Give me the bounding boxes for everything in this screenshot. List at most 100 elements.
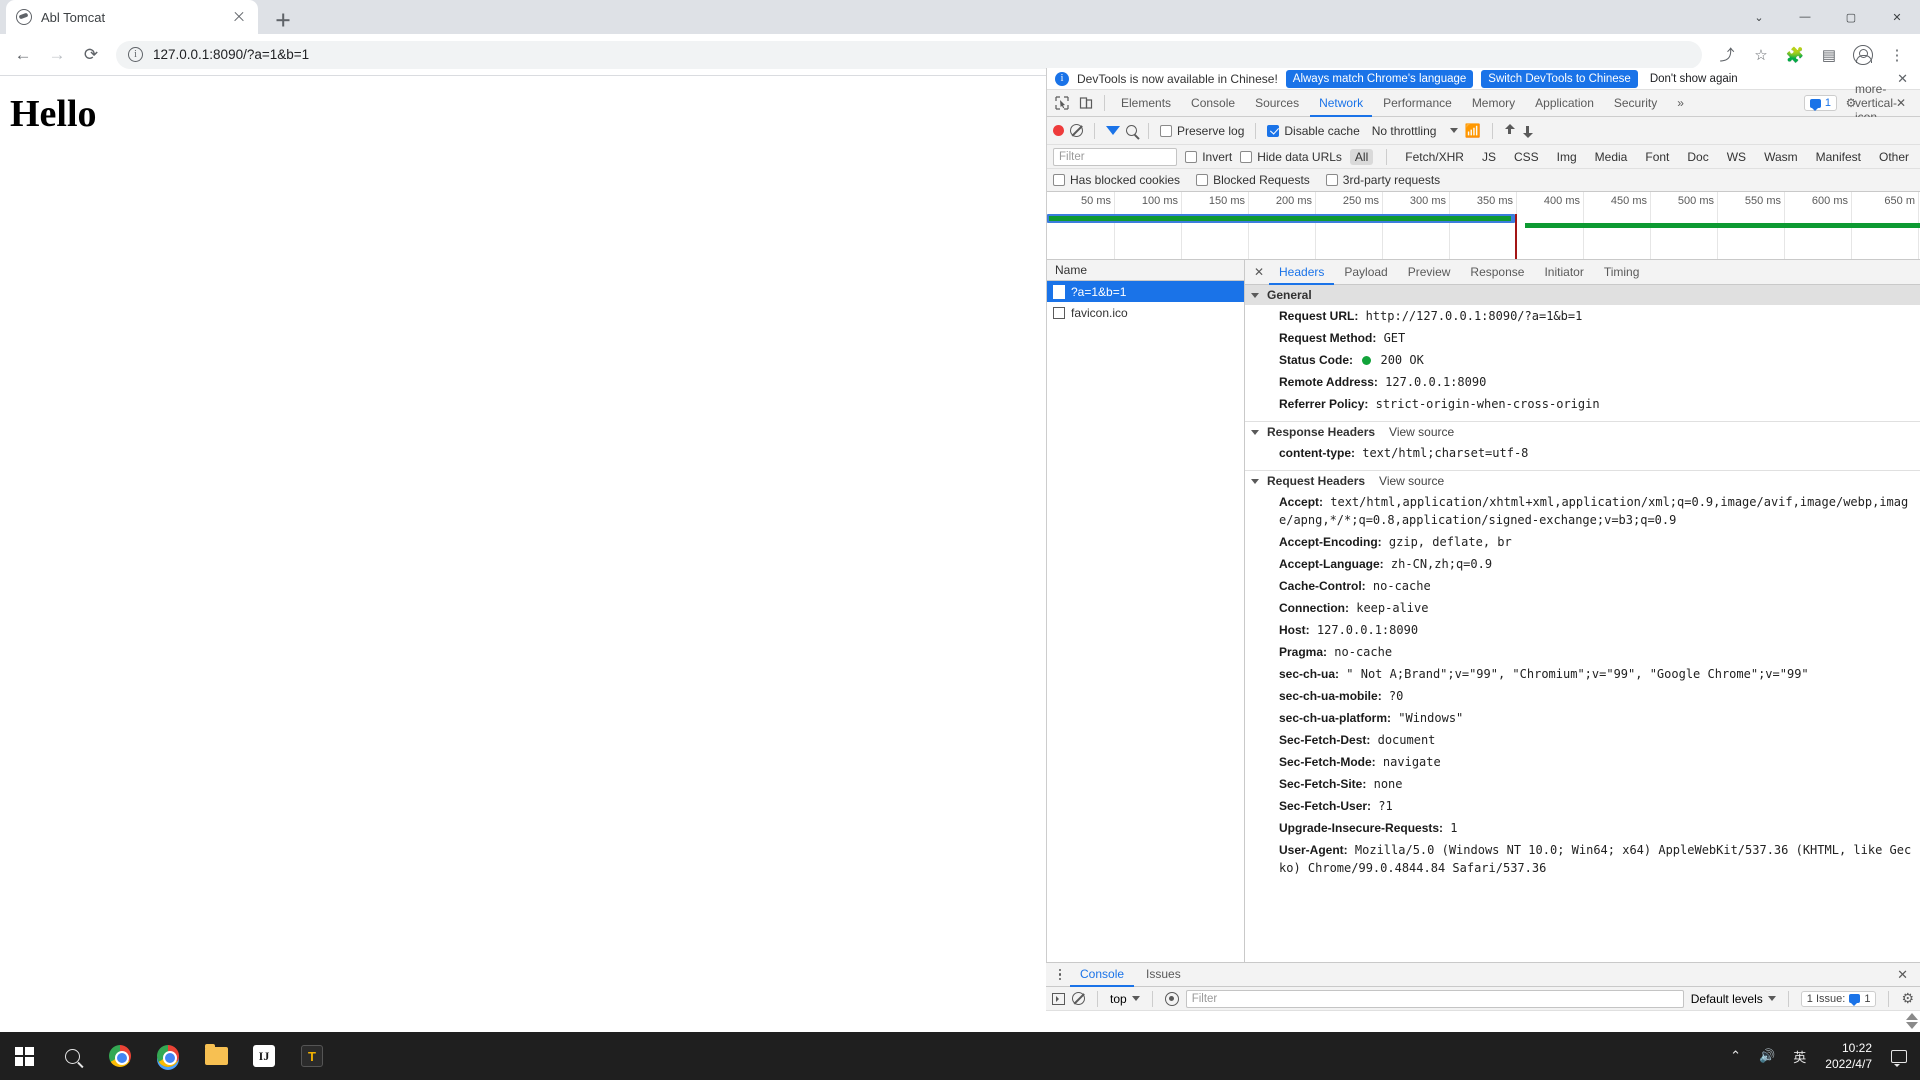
tab-performance[interactable]: Performance bbox=[1374, 90, 1461, 117]
gear-icon[interactable]: ⚙ bbox=[1901, 990, 1914, 1007]
import-icon[interactable] bbox=[1504, 124, 1516, 137]
detail-tab-timing[interactable]: Timing bbox=[1594, 260, 1650, 285]
new-tab-button[interactable] bbox=[266, 6, 300, 34]
search-icon[interactable] bbox=[1126, 125, 1137, 136]
section-header-general[interactable]: General bbox=[1245, 285, 1920, 305]
devtools-close-icon[interactable]: ✕ bbox=[1890, 92, 1912, 114]
more-tabs-button[interactable]: » bbox=[1668, 90, 1693, 117]
type-filter-media[interactable]: Media bbox=[1590, 149, 1633, 165]
preserve-log-checkbox[interactable]: Preserve log bbox=[1160, 124, 1244, 138]
network-timeline-overview[interactable]: 50 ms 100 ms 150 ms 200 ms 250 ms 300 ms… bbox=[1047, 192, 1920, 260]
type-filter-fetch-xhr[interactable]: Fetch/XHR bbox=[1400, 149, 1469, 165]
console-filter-input[interactable]: Filter bbox=[1186, 990, 1684, 1008]
type-filter-js[interactable]: JS bbox=[1477, 149, 1501, 165]
inspect-element-icon[interactable] bbox=[1051, 92, 1073, 114]
dont-show-again-button[interactable]: Don't show again bbox=[1646, 71, 1742, 87]
drawer-tab-console[interactable]: Console bbox=[1070, 962, 1134, 987]
tab-memory[interactable]: Memory bbox=[1463, 90, 1524, 117]
taskbar-chrome-active-icon[interactable] bbox=[144, 1032, 192, 1080]
tab-elements[interactable]: Elements bbox=[1112, 90, 1180, 117]
type-filter-css[interactable]: CSS bbox=[1509, 149, 1544, 165]
clear-console-icon[interactable] bbox=[1072, 992, 1085, 1005]
tab-console[interactable]: Console bbox=[1182, 90, 1244, 117]
record-button[interactable] bbox=[1053, 125, 1064, 136]
type-filter-other[interactable]: Other bbox=[1874, 149, 1914, 165]
disable-cache-checkbox[interactable]: Disable cache bbox=[1267, 124, 1359, 138]
device-toolbar-icon[interactable] bbox=[1075, 92, 1097, 114]
filter-input[interactable]: Filter bbox=[1053, 148, 1177, 166]
log-levels-select[interactable]: Default levels bbox=[1691, 992, 1776, 1006]
extensions-puzzle-icon[interactable]: 🧩 bbox=[1780, 40, 1810, 70]
blocked-requests-checkbox[interactable]: Blocked Requests bbox=[1196, 173, 1310, 187]
more-vertical-icon[interactable]: more-vertical-icon bbox=[1865, 92, 1887, 114]
bookmark-star-icon[interactable]: ☆ bbox=[1746, 40, 1776, 70]
console-issues-badge[interactable]: 1 Issue: 1 bbox=[1801, 991, 1877, 1007]
type-filter-manifest[interactable]: Manifest bbox=[1811, 149, 1866, 165]
third-party-requests-checkbox[interactable]: 3rd-party requests bbox=[1326, 173, 1440, 187]
export-icon[interactable] bbox=[1522, 124, 1534, 137]
type-filter-doc[interactable]: Doc bbox=[1682, 149, 1713, 165]
scrollbar-arrows[interactable] bbox=[1906, 1013, 1918, 1029]
volume-icon[interactable]: 🔊 bbox=[1750, 1032, 1784, 1080]
more-vertical-icon[interactable] bbox=[1052, 965, 1068, 985]
site-info-icon[interactable]: i bbox=[128, 47, 143, 62]
execute-icon[interactable] bbox=[1052, 993, 1065, 1005]
ime-indicator[interactable]: 英 bbox=[1784, 1032, 1815, 1080]
reload-button[interactable]: ⟳ bbox=[76, 40, 106, 70]
wifi-settings-icon[interactable]: 📶 bbox=[1464, 123, 1480, 139]
tab-security[interactable]: Security bbox=[1605, 90, 1666, 117]
detail-tab-initiator[interactable]: Initiator bbox=[1534, 260, 1593, 285]
browser-tab[interactable]: Abl Tomcat bbox=[6, 0, 258, 34]
minimize-button[interactable]: — bbox=[1782, 0, 1828, 34]
detail-close-icon[interactable]: ✕ bbox=[1249, 260, 1269, 285]
type-filter-ws[interactable]: WS bbox=[1722, 149, 1751, 165]
drawer-close-icon[interactable]: ✕ bbox=[1891, 967, 1914, 983]
filter-funnel-icon[interactable] bbox=[1106, 126, 1120, 135]
detail-tab-response[interactable]: Response bbox=[1460, 260, 1534, 285]
tab-application[interactable]: Application bbox=[1526, 90, 1603, 117]
tray-expand-chevron-icon[interactable]: ⌃ bbox=[1721, 1032, 1750, 1080]
tab-search-chevron-icon[interactable]: ⌄ bbox=[1736, 0, 1782, 34]
address-bar[interactable]: i 127.0.0.1:8090/?a=1&b=1 bbox=[116, 41, 1702, 69]
issues-badge[interactable]: 1 bbox=[1804, 95, 1837, 111]
taskbar-file-explorer-icon[interactable] bbox=[192, 1032, 240, 1080]
request-row-selected[interactable]: ?a=1&b=1 bbox=[1047, 281, 1244, 302]
throttling-select[interactable]: No throttling bbox=[1372, 124, 1459, 138]
context-selector[interactable]: top bbox=[1110, 992, 1140, 1006]
close-window-button[interactable]: ✕ bbox=[1874, 0, 1920, 34]
sidepanel-icon[interactable]: ▤ bbox=[1814, 40, 1844, 70]
tab-network[interactable]: Network bbox=[1310, 90, 1372, 117]
maximize-button[interactable]: ▢ bbox=[1828, 0, 1874, 34]
drawer-tab-issues[interactable]: Issues bbox=[1136, 962, 1191, 987]
taskbar-intellij-idea-icon[interactable]: IJ bbox=[240, 1032, 288, 1080]
windows-start-icon[interactable] bbox=[0, 1032, 48, 1080]
section-header-response-headers[interactable]: Response Headers View source bbox=[1245, 421, 1920, 442]
forward-button[interactable]: → bbox=[42, 40, 72, 70]
type-filter-img[interactable]: Img bbox=[1552, 149, 1582, 165]
back-button[interactable]: ← bbox=[8, 40, 38, 70]
type-filter-all[interactable]: All bbox=[1350, 149, 1373, 165]
detail-tab-payload[interactable]: Payload bbox=[1334, 260, 1397, 285]
invert-checkbox[interactable]: Invert bbox=[1185, 150, 1232, 164]
detail-tab-preview[interactable]: Preview bbox=[1398, 260, 1461, 285]
share-icon[interactable]: ⤴ bbox=[1712, 40, 1742, 70]
taskbar-clock[interactable]: 10:22 2022/4/7 bbox=[1815, 1032, 1882, 1080]
taskbar-search-icon[interactable] bbox=[48, 1032, 96, 1080]
request-row[interactable]: favicon.ico bbox=[1047, 302, 1244, 323]
taskbar-chrome-icon[interactable] bbox=[96, 1032, 144, 1080]
view-source-link[interactable]: View source bbox=[1379, 474, 1444, 488]
tab-close-icon[interactable] bbox=[230, 8, 248, 26]
profile-avatar-icon[interactable] bbox=[1848, 40, 1878, 70]
chrome-menu-icon[interactable]: ⋮ bbox=[1882, 40, 1912, 70]
live-expression-icon[interactable] bbox=[1165, 992, 1179, 1006]
section-header-request-headers[interactable]: Request Headers View source bbox=[1245, 470, 1920, 491]
tab-sources[interactable]: Sources bbox=[1246, 90, 1308, 117]
notification-icon[interactable] bbox=[1882, 1032, 1916, 1080]
type-filter-font[interactable]: Font bbox=[1640, 149, 1674, 165]
detail-tab-headers[interactable]: Headers bbox=[1269, 260, 1334, 285]
always-match-language-button[interactable]: Always match Chrome's language bbox=[1286, 70, 1474, 88]
switch-devtools-language-button[interactable]: Switch DevTools to Chinese bbox=[1481, 70, 1638, 88]
has-blocked-cookies-checkbox[interactable]: Has blocked cookies bbox=[1053, 173, 1180, 187]
view-source-link[interactable]: View source bbox=[1389, 425, 1454, 439]
hide-data-urls-checkbox[interactable]: Hide data URLs bbox=[1240, 150, 1342, 164]
